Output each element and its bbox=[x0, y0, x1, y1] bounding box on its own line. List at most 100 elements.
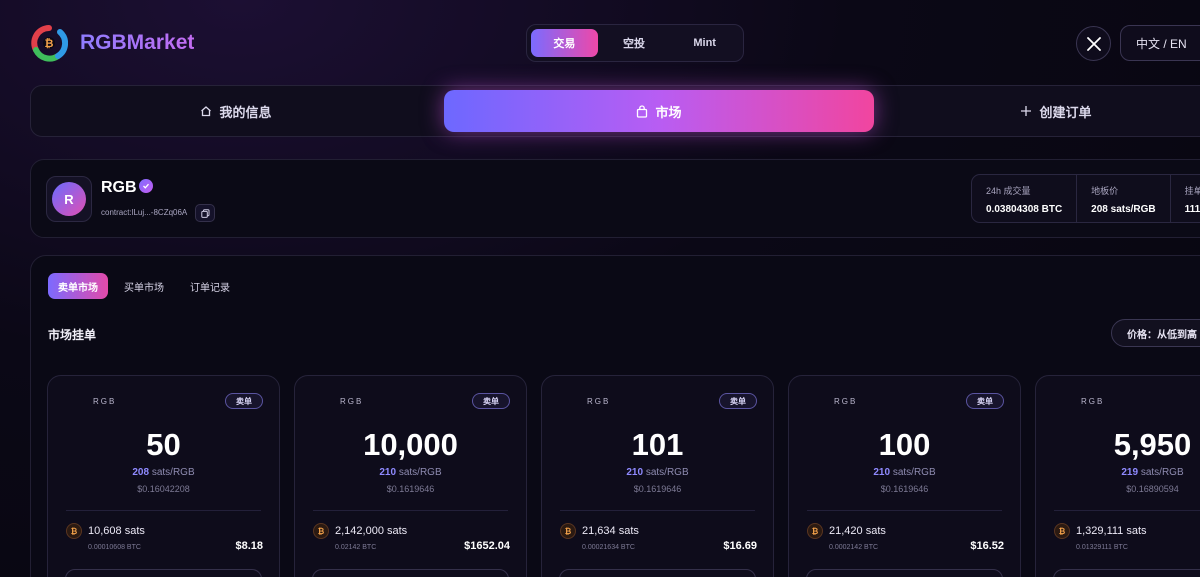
card-ticker: RGB bbox=[93, 397, 117, 406]
card-total-usd: $1652.04 bbox=[464, 540, 510, 552]
token-contract: contract:lLuj...-8CZq06A bbox=[101, 208, 188, 217]
listing-card[interactable]: RGB 卖单 100 210 sats/RGB $0.1619646 ₿ 21,… bbox=[788, 375, 1021, 577]
brand-name[interactable]: RGBMarket bbox=[80, 31, 194, 55]
card-total-btc: 0.02142 BTC bbox=[335, 544, 377, 551]
tab-buy-market[interactable]: 买单市场 bbox=[114, 273, 174, 299]
card-amount: 5,950 bbox=[1113, 427, 1192, 462]
card-divider bbox=[313, 510, 508, 511]
stat-value: 111 bbox=[1184, 204, 1200, 215]
card-total-sats: 2,142,000 sats bbox=[335, 525, 408, 537]
stat-value: 0.03804308 BTC bbox=[986, 204, 1063, 215]
listing-card[interactable]: RGB 5,950 219 sats/RGB $0.16890594 ₿ 1,3… bbox=[1035, 375, 1200, 577]
card-ticker: RGB bbox=[587, 397, 611, 406]
card-price-unit: sats/RGB bbox=[890, 467, 936, 478]
nav-market[interactable]: 市场 bbox=[444, 90, 874, 132]
card-price-unit: sats/RGB bbox=[396, 467, 442, 478]
rgbmarket-logo-icon[interactable]: ₿ bbox=[30, 24, 68, 62]
card-price: 210 bbox=[873, 467, 891, 478]
token-name: RGB bbox=[101, 179, 137, 196]
card-divider bbox=[66, 510, 261, 511]
card-total-sats: 1,329,111 sats bbox=[1076, 525, 1147, 537]
main-nav: 我的信息 市场 创建订单 bbox=[30, 85, 1200, 137]
stat-listings: 挂单 111 bbox=[1171, 175, 1200, 222]
bitcoin-icon: ₿ bbox=[66, 523, 82, 539]
card-unit-usd: $0.1619646 bbox=[880, 484, 929, 494]
card-amount: 101 bbox=[631, 427, 684, 462]
card-amount: 10,000 bbox=[363, 427, 458, 462]
tab-trade[interactable]: 交易 bbox=[531, 29, 598, 57]
card-amount: 100 bbox=[878, 427, 931, 462]
card-ticker: RGB bbox=[834, 397, 858, 406]
card-divider bbox=[1054, 510, 1200, 511]
stat-label: 24h 成交量 bbox=[986, 186, 1031, 196]
top-header: ₿ RGBMarket 交易 空投 Mint 中文 / EN bbox=[0, 0, 1200, 86]
card-total-usd: $16.69 bbox=[723, 540, 757, 552]
home-icon bbox=[201, 106, 212, 117]
listing-card[interactable]: RGB 卖单 10,000 210 sats/RGB $0.1619646 ₿ … bbox=[294, 375, 527, 577]
token-avatar: R bbox=[46, 176, 92, 222]
bitcoin-icon: ₿ bbox=[807, 523, 823, 539]
bag-icon bbox=[637, 104, 648, 118]
card-ticker: RGB bbox=[1081, 397, 1105, 406]
card-divider bbox=[807, 510, 1002, 511]
buy-button[interactable] bbox=[559, 569, 756, 577]
bitcoin-icon: ₿ bbox=[313, 523, 329, 539]
card-unit-price: 208 sats/RGB bbox=[48, 467, 279, 478]
card-price-unit: sats/RGB bbox=[1138, 467, 1184, 478]
card-total-btc: 0.0002142 BTC bbox=[829, 544, 879, 551]
stat-label: 地板价 bbox=[1091, 186, 1119, 196]
listing-card[interactable]: RGB 卖单 50 208 sats/RGB $0.16042208 ₿ 10,… bbox=[47, 375, 280, 577]
stat-value: 208 sats/RGB bbox=[1091, 204, 1156, 215]
buy-button[interactable] bbox=[65, 569, 262, 577]
card-ticker: RGB bbox=[340, 397, 364, 406]
token-avatar-letter: R bbox=[52, 182, 86, 216]
card-total-sats: 10,608 sats bbox=[88, 525, 145, 537]
buy-button[interactable] bbox=[312, 569, 509, 577]
card-unit-price: 210 sats/RGB bbox=[295, 467, 526, 478]
tab-airdrop[interactable]: 空投 bbox=[600, 29, 669, 57]
sort-dropdown[interactable]: 价格：从低到高 bbox=[1111, 319, 1200, 347]
market-tabs: 卖单市场 买单市场 订单记录 bbox=[48, 273, 240, 299]
card-price-unit: sats/RGB bbox=[149, 467, 195, 478]
stat-floor-price: 地板价 208 sats/RGB bbox=[1077, 175, 1171, 222]
token-info-bar: R RGB contract:lLuj...-8CZq06A 24h 成交量 0… bbox=[30, 159, 1200, 238]
card-total-btc: 0.01329111 BTC bbox=[1076, 544, 1128, 551]
card-total-usd: $16.52 bbox=[970, 540, 1004, 552]
nav-market-label: 市场 bbox=[655, 104, 682, 120]
mode-switcher: 交易 空投 Mint bbox=[526, 24, 744, 62]
token-stats: 24h 成交量 0.03804308 BTC 地板价 208 sats/RGB … bbox=[971, 174, 1200, 223]
sell-badge: 卖单 bbox=[225, 393, 263, 409]
nav-my-info[interactable]: 我的信息 bbox=[31, 86, 441, 136]
buy-button[interactable] bbox=[1053, 569, 1200, 577]
card-total-usd: $8.18 bbox=[235, 540, 263, 552]
card-price: 219 bbox=[1121, 467, 1139, 478]
tab-sell-market[interactable]: 卖单市场 bbox=[48, 273, 108, 299]
card-amount: 50 bbox=[146, 427, 181, 462]
sell-badge: 卖单 bbox=[966, 393, 1004, 409]
card-unit-price: 210 sats/RGB bbox=[789, 467, 1020, 478]
language-switch-button[interactable]: 中文 / EN bbox=[1120, 25, 1200, 61]
sell-badge: 卖单 bbox=[719, 393, 757, 409]
copy-icon bbox=[200, 208, 209, 218]
stat-24h-volume: 24h 成交量 0.03804308 BTC bbox=[972, 175, 1078, 222]
card-price: 208 bbox=[132, 467, 150, 478]
nav-create-order[interactable]: 创建订单 bbox=[891, 86, 1200, 136]
card-total-btc: 0.00021634 BTC bbox=[582, 544, 635, 551]
card-price: 210 bbox=[626, 467, 644, 478]
x-logo-icon bbox=[1086, 36, 1101, 51]
card-divider bbox=[560, 510, 755, 511]
listing-card[interactable]: RGB 卖单 101 210 sats/RGB $0.1619646 ₿ 21,… bbox=[541, 375, 774, 577]
card-unit-price: 210 sats/RGB bbox=[542, 467, 773, 478]
tab-order-history[interactable]: 订单记录 bbox=[180, 273, 240, 299]
nav-my-info-label: 我的信息 bbox=[219, 104, 272, 120]
plus-icon bbox=[1021, 106, 1032, 116]
verified-check-icon bbox=[139, 179, 153, 193]
buy-button[interactable] bbox=[806, 569, 1003, 577]
tab-mint[interactable]: Mint bbox=[670, 29, 739, 57]
stat-label: 挂单 bbox=[1184, 186, 1200, 196]
card-total-btc: 0.00010608 BTC bbox=[88, 544, 141, 551]
x-social-button[interactable] bbox=[1076, 26, 1111, 61]
bitcoin-icon: ₿ bbox=[1054, 523, 1070, 539]
bitcoin-icon: ₿ bbox=[560, 523, 576, 539]
copy-contract-button[interactable] bbox=[195, 204, 215, 222]
